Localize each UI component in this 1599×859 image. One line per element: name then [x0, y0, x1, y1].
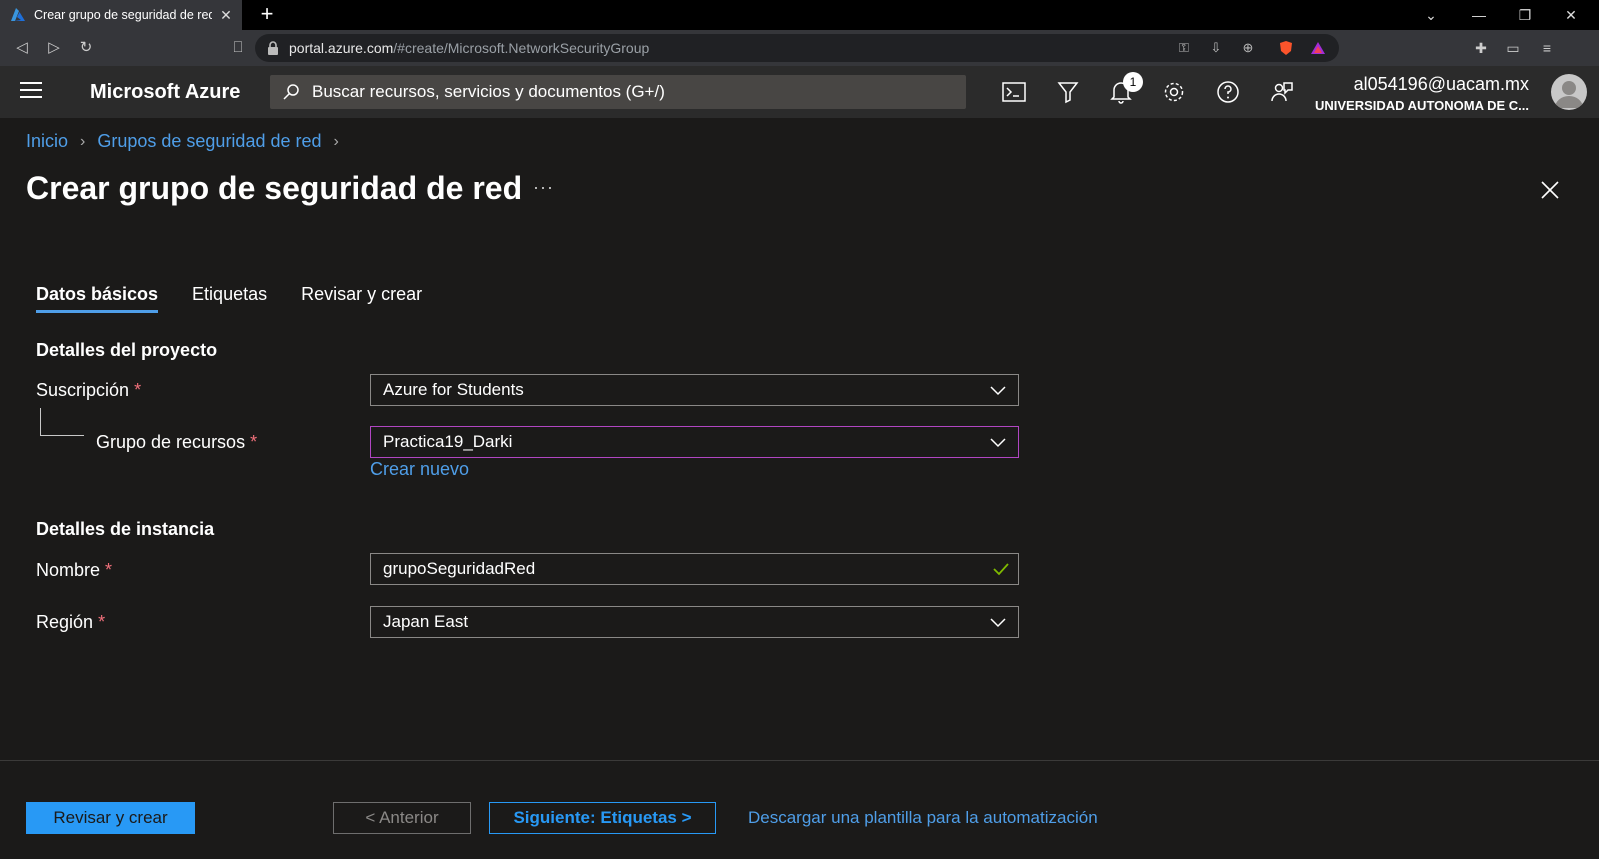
resource-group-dropdown[interactable]: Practica19_Darki [370, 426, 1019, 458]
page-title: Crear grupo de seguridad de red [26, 170, 523, 206]
resource-group-label: Grupo de recursos * [96, 432, 258, 452]
notifications-icon[interactable]: 1 [1107, 72, 1143, 106]
region-label: Región * [36, 612, 106, 632]
review-create-button[interactable]: Revisar y crear [26, 802, 195, 834]
address-bar[interactable]: portal.azure.com/#create/Microsoft.Netwo… [255, 34, 1339, 62]
required-asterisk: * [134, 380, 142, 400]
tab-title: Crear grupo de seguridad de red [34, 8, 212, 22]
resource-group-value: Practica19_Darki [383, 432, 513, 451]
name-input[interactable]: grupoSeguridadRed [370, 553, 1019, 585]
browser-toolbar: ◁ ▷ ↻ ⎕ portal.azure.com/#create/Microso… [0, 30, 1599, 66]
create-new-link[interactable]: Crear nuevo [370, 459, 469, 480]
previous-button[interactable]: < Anterior [333, 802, 471, 834]
notification-badge: 1 [1123, 72, 1143, 92]
subscription-label: Suscripción * [36, 380, 142, 400]
project-details-heading: Detalles del proyecto [36, 340, 218, 360]
settings-gear-icon[interactable] [1160, 78, 1188, 106]
directory-filter-icon[interactable] [1054, 78, 1082, 106]
search-input[interactable]: Buscar recursos, servicios y documentos … [270, 75, 966, 109]
region-value: Japan East [383, 612, 469, 631]
required-asterisk: * [250, 432, 258, 452]
zoom-icon[interactable]: ⊕ [1239, 40, 1257, 56]
region-dropdown[interactable]: Japan East [370, 606, 1019, 638]
window-close-icon[interactable]: ✕ [1548, 0, 1594, 30]
breadcrumb: Inicio › Grupos de seguridad de red › [26, 131, 351, 152]
more-options-icon[interactable]: ··· [533, 177, 554, 198]
search-icon [283, 84, 299, 100]
name-value: grupoSeguridadRed [383, 559, 536, 578]
breadcrumb-home-link[interactable]: Inicio [26, 131, 68, 152]
download-template-link[interactable]: Descargar una plantilla para la automati… [748, 808, 1098, 828]
help-icon[interactable] [1214, 78, 1242, 106]
account-directory[interactable]: UNIVERSIDAD AUTONOMA DE C... [1315, 98, 1529, 113]
brave-rewards-icon[interactable] [1309, 40, 1327, 56]
breadcrumb-section-link[interactable]: Grupos de seguridad de red [97, 131, 321, 152]
install-icon[interactable]: ⇩ [1207, 40, 1225, 56]
brand-title[interactable]: Microsoft Azure [90, 81, 240, 104]
tab-revisar-y-crear[interactable]: Revisar y crear [301, 284, 422, 313]
back-icon[interactable]: ◁ [12, 38, 32, 58]
forward-icon[interactable]: ▷ [44, 38, 64, 58]
chevron-right-icon: › [80, 132, 86, 150]
minimize-icon[interactable]: — [1456, 0, 1502, 30]
account-email[interactable]: al054196@uacam.mx [1354, 74, 1529, 95]
key-icon[interactable]: ⚿ [1175, 40, 1193, 56]
restore-icon[interactable]: ❐ [1502, 0, 1548, 30]
tab-datos-basicos[interactable]: Datos básicos [36, 284, 159, 313]
chevron-down-icon [990, 438, 1006, 448]
browser-tabstrip: Crear grupo de seguridad de red ✕ + ⌄ — … [0, 0, 1599, 30]
cloud-shell-icon[interactable] [1000, 78, 1028, 106]
next-tags-button[interactable]: Siguiente: Etiquetas > [489, 802, 716, 834]
chevron-down-icon [990, 386, 1006, 396]
azure-favicon-icon [11, 8, 25, 21]
lock-icon [268, 41, 278, 55]
url-host: portal.azure.com [289, 40, 394, 56]
avatar[interactable] [1551, 74, 1587, 110]
azure-header: Microsoft Azure Buscar recursos, servici… [0, 66, 1599, 118]
wallet-icon[interactable]: ▭ [1504, 39, 1522, 57]
search-placeholder: Buscar recursos, servicios y documentos … [312, 82, 665, 101]
close-tab-icon[interactable]: ✕ [218, 7, 234, 23]
tab-search-icon[interactable]: ⌄ [1408, 0, 1454, 30]
checkmark-icon [993, 563, 1009, 576]
new-tab-icon[interactable]: + [255, 3, 279, 27]
footer-divider [0, 760, 1599, 761]
instance-details-heading: Detalles de instancia [36, 519, 215, 539]
url-path: /#create/Microsoft.NetworkSecurityGroup [393, 40, 650, 56]
name-label: Nombre * [36, 560, 113, 580]
subscription-dropdown[interactable]: Azure for Students [370, 374, 1019, 406]
chevron-down-icon [990, 618, 1006, 628]
required-asterisk: * [98, 612, 106, 632]
feedback-icon[interactable] [1268, 78, 1296, 106]
reload-icon[interactable]: ↻ [76, 38, 96, 58]
chevron-right-icon: › [333, 132, 339, 150]
extensions-icon[interactable]: ✚ [1472, 39, 1490, 57]
close-blade-icon[interactable] [1540, 180, 1560, 200]
tab-etiquetas[interactable]: Etiquetas [192, 284, 267, 313]
brave-shield-icon[interactable] [1277, 40, 1295, 56]
browser-menu-icon[interactable]: ≡ [1538, 39, 1556, 57]
portal-menu-icon[interactable] [20, 82, 42, 100]
wizard-tabs: Datos básicos Etiquetas Revisar y crear [36, 284, 456, 313]
subscription-value: Azure for Students [383, 380, 524, 399]
tree-connector [40, 408, 84, 436]
required-asterisk: * [105, 560, 113, 580]
bookmark-icon[interactable]: ⎕ [228, 38, 248, 58]
browser-tab[interactable]: Crear grupo de seguridad de red ✕ [0, 0, 242, 30]
